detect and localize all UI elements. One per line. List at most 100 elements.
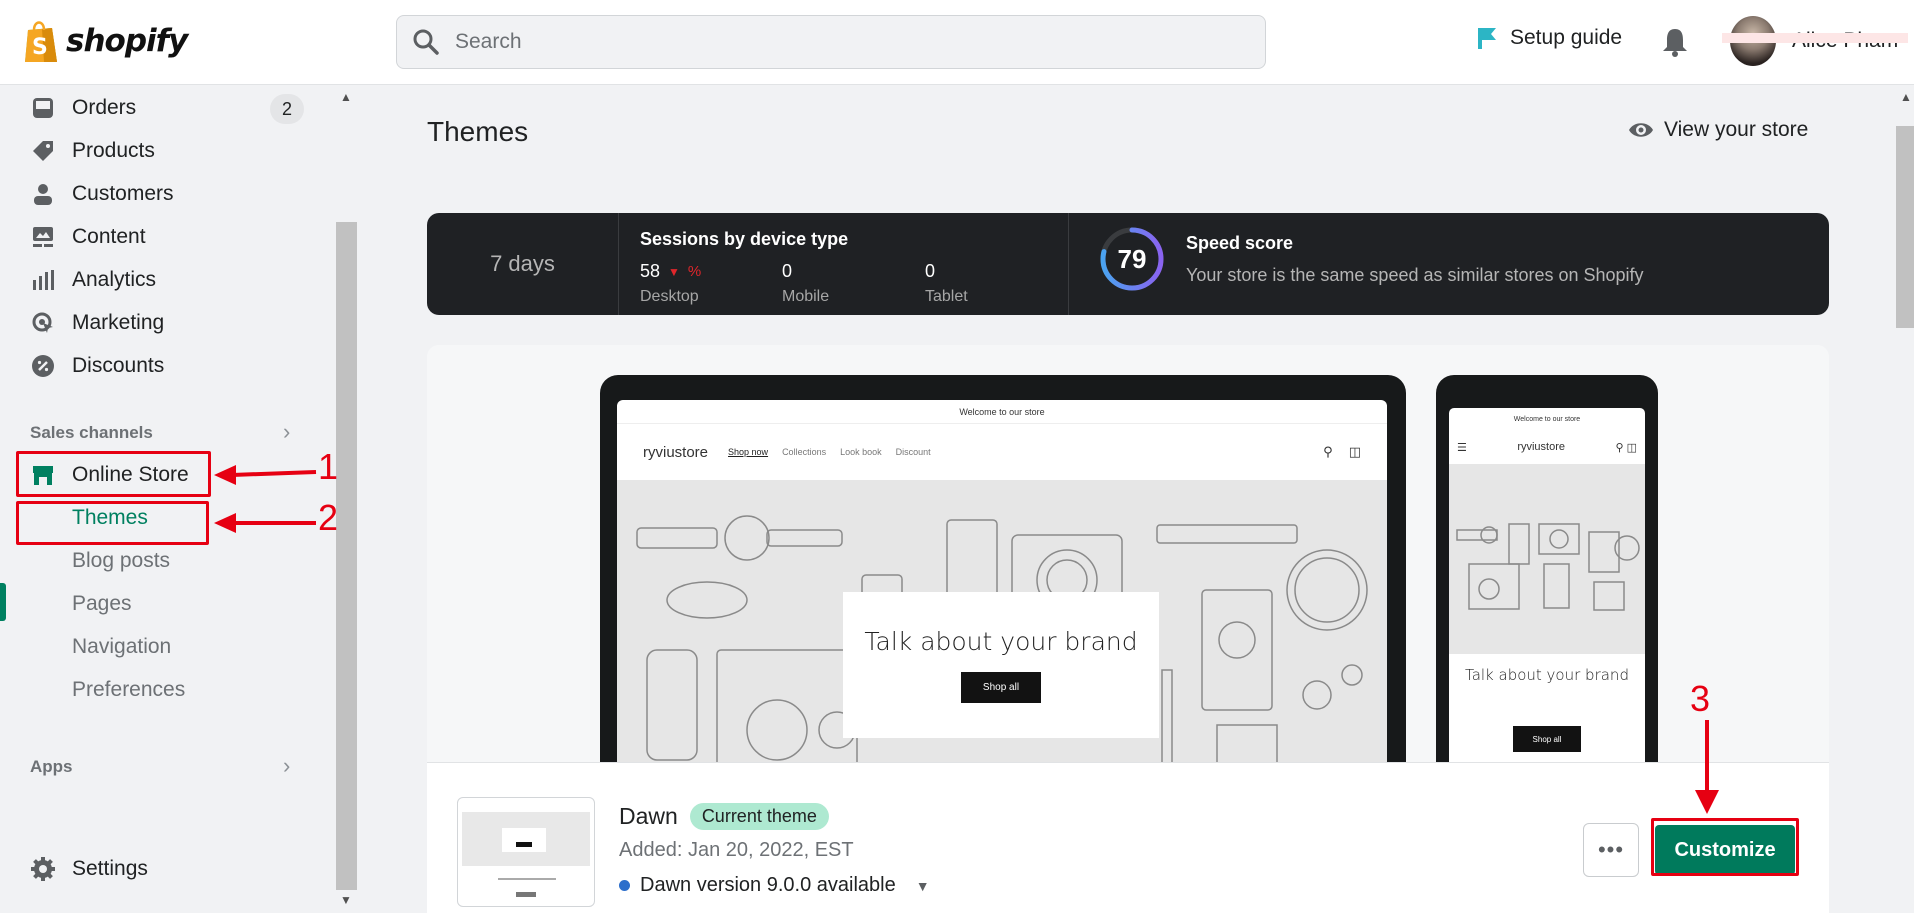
sessions-title: Sessions by device type [640,229,849,249]
sidebar-item-discounts[interactable]: Discounts [30,346,164,386]
mobile-preview-store-name: ryviustore [1517,441,1566,453]
logo-text: shopify [66,23,188,59]
current-theme-badge: Current theme [689,803,829,830]
sidebar-item-products[interactable]: Products [30,131,155,171]
image-icon [30,224,56,250]
mobile-preview-shop-all-button: Shop all [1513,726,1581,752]
preview-header: ryviustore Shop now Collections Look boo… [617,424,1387,480]
shopify-bag-icon: S [25,21,57,62]
sidebar-item-orders[interactable]: Orders [30,88,136,128]
mobile-preview-hero-title: Talk about your brand [1465,666,1629,684]
sidebar-item-label: Products [72,139,155,162]
stats-banner: 7 days Sessions by device type 58 ▼% Desk… [427,213,1829,315]
sales-channels-label: Sales channels [30,423,153,442]
annotation-box-themes [16,501,209,545]
inbox-icon [30,95,56,121]
mobile-stat: 0 Mobile [782,261,829,306]
sidebar-item-label: Customers [72,182,174,205]
mobile-label: Mobile [782,288,830,305]
sidebar-item-settings[interactable]: Settings [30,849,148,889]
preview-store-name: ryviustore [643,443,709,461]
preview-hero-title: Talk about your brand [864,627,1138,656]
sidebar-subitem-pages[interactable]: Pages [72,586,132,622]
preview-cart-icon: ◫ [1348,444,1361,459]
trend-down-icon: ▼ [668,264,680,279]
preview-nav: Shop now Collections Look book Discount [728,447,931,457]
sessions-by-device: Sessions by device type 58 ▼% Desktop 0 M… [620,213,1069,315]
tablet-stat: 0 Tablet [925,261,968,306]
scroll-down-arrow-icon[interactable]: ▼ [340,893,352,907]
caret-down-icon: ▼ [915,877,930,894]
sidebar-item-customers[interactable]: Customers [30,174,174,214]
desktop-stat: 58 ▼% Desktop [640,261,701,306]
bar-chart-icon [30,267,56,293]
preview-nav-item: Collections [782,447,827,457]
sidebar-scrollbar-thumb[interactable] [336,222,357,890]
mobile-preview-hero-illustration [1456,523,1640,611]
search-input[interactable] [455,30,1235,54]
view-store-label: View your store [1664,118,1809,141]
mobile-preview-screen: Welcome to our store ☰ ryviustore ⚲ ◫ Ta… [1449,408,1645,775]
desktop-preview-frame: Welcome to our store ryviustore Shop now… [600,375,1406,775]
view-store-link[interactable]: View your store [1628,118,1808,142]
annotation-number-3: 3 [1690,678,1711,719]
user-name: Alice Pham [1721,29,1909,52]
flag-icon [1478,28,1496,49]
speed-score-value: 79 [1117,243,1147,274]
annotation-box-customize [1651,818,1799,876]
sidebar-subitem-preferences[interactable]: Preferences [72,672,185,708]
sidebar-subitem-blog-posts[interactable]: Blog posts [72,543,170,579]
sidebar-item-label: Marketing [72,311,165,334]
desktop-change: % [687,263,702,280]
theme-version-dropdown[interactable]: Dawn version 9.0.0 available ▼ [619,874,930,897]
desktop-label: Desktop [640,288,699,305]
tag-icon [30,138,56,164]
mobile-value: 0 [782,261,793,281]
annotation-arrow-3 [1695,720,1719,814]
more-actions-button[interactable]: ••• [1583,823,1639,877]
preview-cart-icon: ◫ [1626,441,1637,454]
search-bar[interactable] [396,15,1266,69]
desktop-preview-screen: Welcome to our store ryviustore Shop now… [617,400,1387,775]
apps-label: Apps [30,757,73,776]
preview-search-icon: ⚲ [1323,444,1333,459]
orders-count-badge: 2 [270,94,304,124]
mobile-preview-frame: Welcome to our store ☰ ryviustore ⚲ ◫ Ta… [1436,375,1658,775]
preview-hero: Talk about your brand Shop all [617,480,1387,775]
sidebar-item-label: Analytics [72,268,157,291]
sidebar-subitem-navigation[interactable]: Navigation [72,629,171,665]
preview-nav-item: Look book [840,447,882,457]
sales-channels-chevron-icon[interactable]: › [283,419,290,445]
theme-name: Dawn [619,803,678,829]
eye-icon [1629,123,1653,137]
setup-guide-button[interactable]: Setup guide [1476,26,1622,50]
main-scroll-up-arrow-icon[interactable]: ▲ [1900,90,1912,104]
sidebar-item-content[interactable]: Content [30,217,146,257]
period-selector[interactable]: 7 days [427,213,619,315]
update-dot-icon [619,880,630,891]
target-icon [30,310,56,336]
mobile-preview-hero [1449,464,1645,654]
speed-score-section[interactable]: 79 Speed score Your store is the same sp… [1069,213,1829,315]
annotation-box-online-store [16,451,211,497]
preview-nav-item: Shop now [728,447,769,457]
preview-hero-box: Talk about your brand Shop all [843,592,1159,738]
sidebar-item-marketing[interactable]: Marketing [30,303,164,343]
desktop-value: 58 [640,261,661,281]
sidebar-item-label: Content [72,225,146,248]
theme-preview: Welcome to our store ryviustore Shop now… [427,345,1829,775]
preview-nav-item: Discount [895,447,931,457]
preview-search-icon: ⚲ [1615,441,1624,454]
shopify-logo[interactable]: S shopify [22,18,188,64]
bell-icon[interactable] [1660,26,1690,58]
scroll-up-arrow-icon[interactable]: ▲ [340,90,352,104]
theme-info-bar: Dawn Current theme Added: Jan 20, 2022, … [427,762,1829,913]
sidebar-item-analytics[interactable]: Analytics [30,260,156,300]
apps-chevron-icon[interactable]: › [283,753,290,779]
person-icon [30,181,56,207]
preview-shop-all-button: Shop all [960,672,1042,703]
main-scrollbar-thumb[interactable] [1896,126,1914,328]
tablet-label: Tablet [925,288,968,305]
theme-name-row: Dawn Current theme [619,803,829,830]
user-menu[interactable]: Alice Pham [1721,16,1909,66]
